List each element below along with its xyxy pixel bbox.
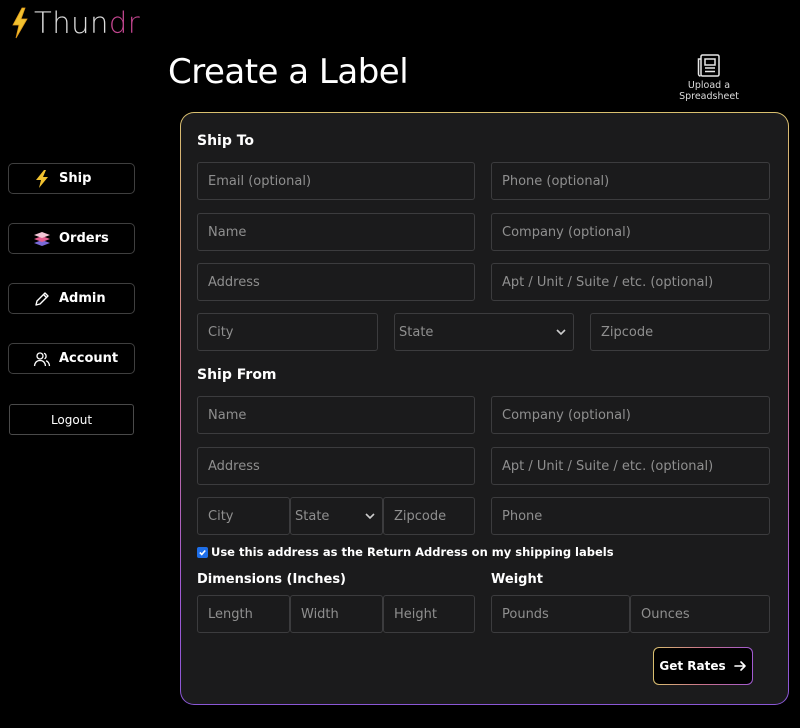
get-rates-button[interactable]: Get Rates: [653, 647, 753, 685]
ship-to-apt-field[interactable]: [491, 263, 770, 301]
logout-button[interactable]: Logout: [9, 404, 134, 435]
width-input[interactable]: [301, 606, 382, 622]
sidebar-item-account[interactable]: Account: [8, 343, 135, 374]
upload-spreadsheet-button[interactable]: Upload a Spreadsheet: [675, 53, 743, 102]
sidebar-item-orders[interactable]: Orders: [8, 223, 135, 254]
ship-from-phone-field[interactable]: [491, 497, 770, 535]
ship-from-heading: Ship From: [197, 367, 277, 383]
logout-label: Logout: [50, 412, 93, 427]
ship-to-phone-input[interactable]: [502, 173, 769, 189]
sidebar-item-admin[interactable]: Admin: [8, 283, 135, 314]
ship-to-address-field[interactable]: [197, 263, 475, 301]
ship-to-address-input[interactable]: [208, 274, 474, 290]
length-input[interactable]: [208, 606, 289, 622]
ship-from-name-field[interactable]: [197, 396, 475, 434]
ship-to-heading: Ship To: [197, 133, 255, 149]
ship-from-state-value: State: [295, 508, 330, 524]
pounds-input[interactable]: [502, 606, 629, 622]
ship-from-zip-input[interactable]: [394, 508, 474, 524]
height-input[interactable]: [394, 606, 474, 622]
pencil-icon: [31, 289, 53, 309]
upload-label-line2: Spreadsheet: [679, 91, 739, 102]
ship-to-city-field[interactable]: [197, 313, 378, 351]
lightning-logo-icon: [12, 7, 28, 39]
ship-from-city-field[interactable]: [197, 497, 290, 535]
ship-from-address-input[interactable]: [208, 458, 474, 474]
spreadsheet-icon: [697, 54, 720, 77]
ship-from-phone-input[interactable]: [502, 508, 769, 524]
upload-label-line1: Upload a: [687, 80, 731, 91]
return-address-checkbox[interactable]: [197, 546, 208, 558]
lightning-icon: [31, 169, 53, 189]
ship-to-city-input[interactable]: [208, 324, 377, 340]
chevron-down-icon: [365, 513, 375, 520]
ship-from-zip-field[interactable]: [383, 497, 475, 535]
width-field[interactable]: [290, 595, 383, 633]
app-logo[interactable]: Thundr: [10, 6, 140, 40]
ship-to-email-field[interactable]: [197, 162, 475, 200]
sidebar-item-label: Orders: [59, 231, 109, 246]
height-field[interactable]: [383, 595, 475, 633]
arrow-right-icon: [733, 661, 746, 671]
ship-from-address-field[interactable]: [197, 447, 475, 485]
page-title: Create a Label: [168, 52, 409, 92]
weight-heading: Weight: [491, 572, 543, 587]
ship-to-state-select[interactable]: State: [394, 313, 574, 351]
sidebar-item-label: Account: [59, 351, 119, 366]
ship-from-state-select[interactable]: State: [290, 497, 383, 535]
return-address-label: Use this address as the Return Address o…: [211, 545, 614, 559]
ounces-input[interactable]: [641, 606, 769, 622]
ship-to-company-field[interactable]: [491, 213, 770, 251]
ship-to-name-input[interactable]: [208, 224, 474, 240]
ship-to-state-value: State: [399, 324, 434, 340]
ounces-field[interactable]: [630, 595, 770, 633]
ship-from-city-input[interactable]: [208, 508, 289, 524]
return-address-checkbox-row[interactable]: Use this address as the Return Address o…: [197, 545, 614, 559]
users-icon: [31, 349, 53, 369]
ship-from-name-input[interactable]: [208, 407, 474, 423]
sidebar-item-label: Ship: [59, 171, 92, 186]
get-rates-label: Get Rates: [659, 659, 726, 673]
ship-to-zip-field[interactable]: [590, 313, 770, 351]
ship-to-apt-input[interactable]: [502, 274, 769, 290]
pounds-field[interactable]: [491, 595, 630, 633]
logo-text: Thundr: [34, 6, 141, 40]
ship-to-name-field[interactable]: [197, 213, 475, 251]
chevron-down-icon: [556, 329, 566, 336]
layers-icon: [31, 229, 53, 249]
ship-to-company-input[interactable]: [502, 224, 769, 240]
ship-to-phone-field[interactable]: [491, 162, 770, 200]
ship-from-apt-input[interactable]: [502, 458, 769, 474]
ship-to-zip-input[interactable]: [601, 324, 769, 340]
ship-from-apt-field[interactable]: [491, 447, 770, 485]
ship-from-company-field[interactable]: [491, 396, 770, 434]
ship-from-company-input[interactable]: [502, 407, 769, 423]
dimensions-heading: Dimensions (Inches): [197, 572, 346, 587]
sidebar-item-label: Admin: [59, 291, 106, 306]
ship-to-email-input[interactable]: [208, 173, 474, 189]
checkmark-icon: [199, 549, 206, 556]
sidebar-item-ship[interactable]: Ship: [8, 163, 135, 194]
length-field[interactable]: [197, 595, 290, 633]
create-label-card: Ship To State Ship From: [180, 112, 789, 705]
